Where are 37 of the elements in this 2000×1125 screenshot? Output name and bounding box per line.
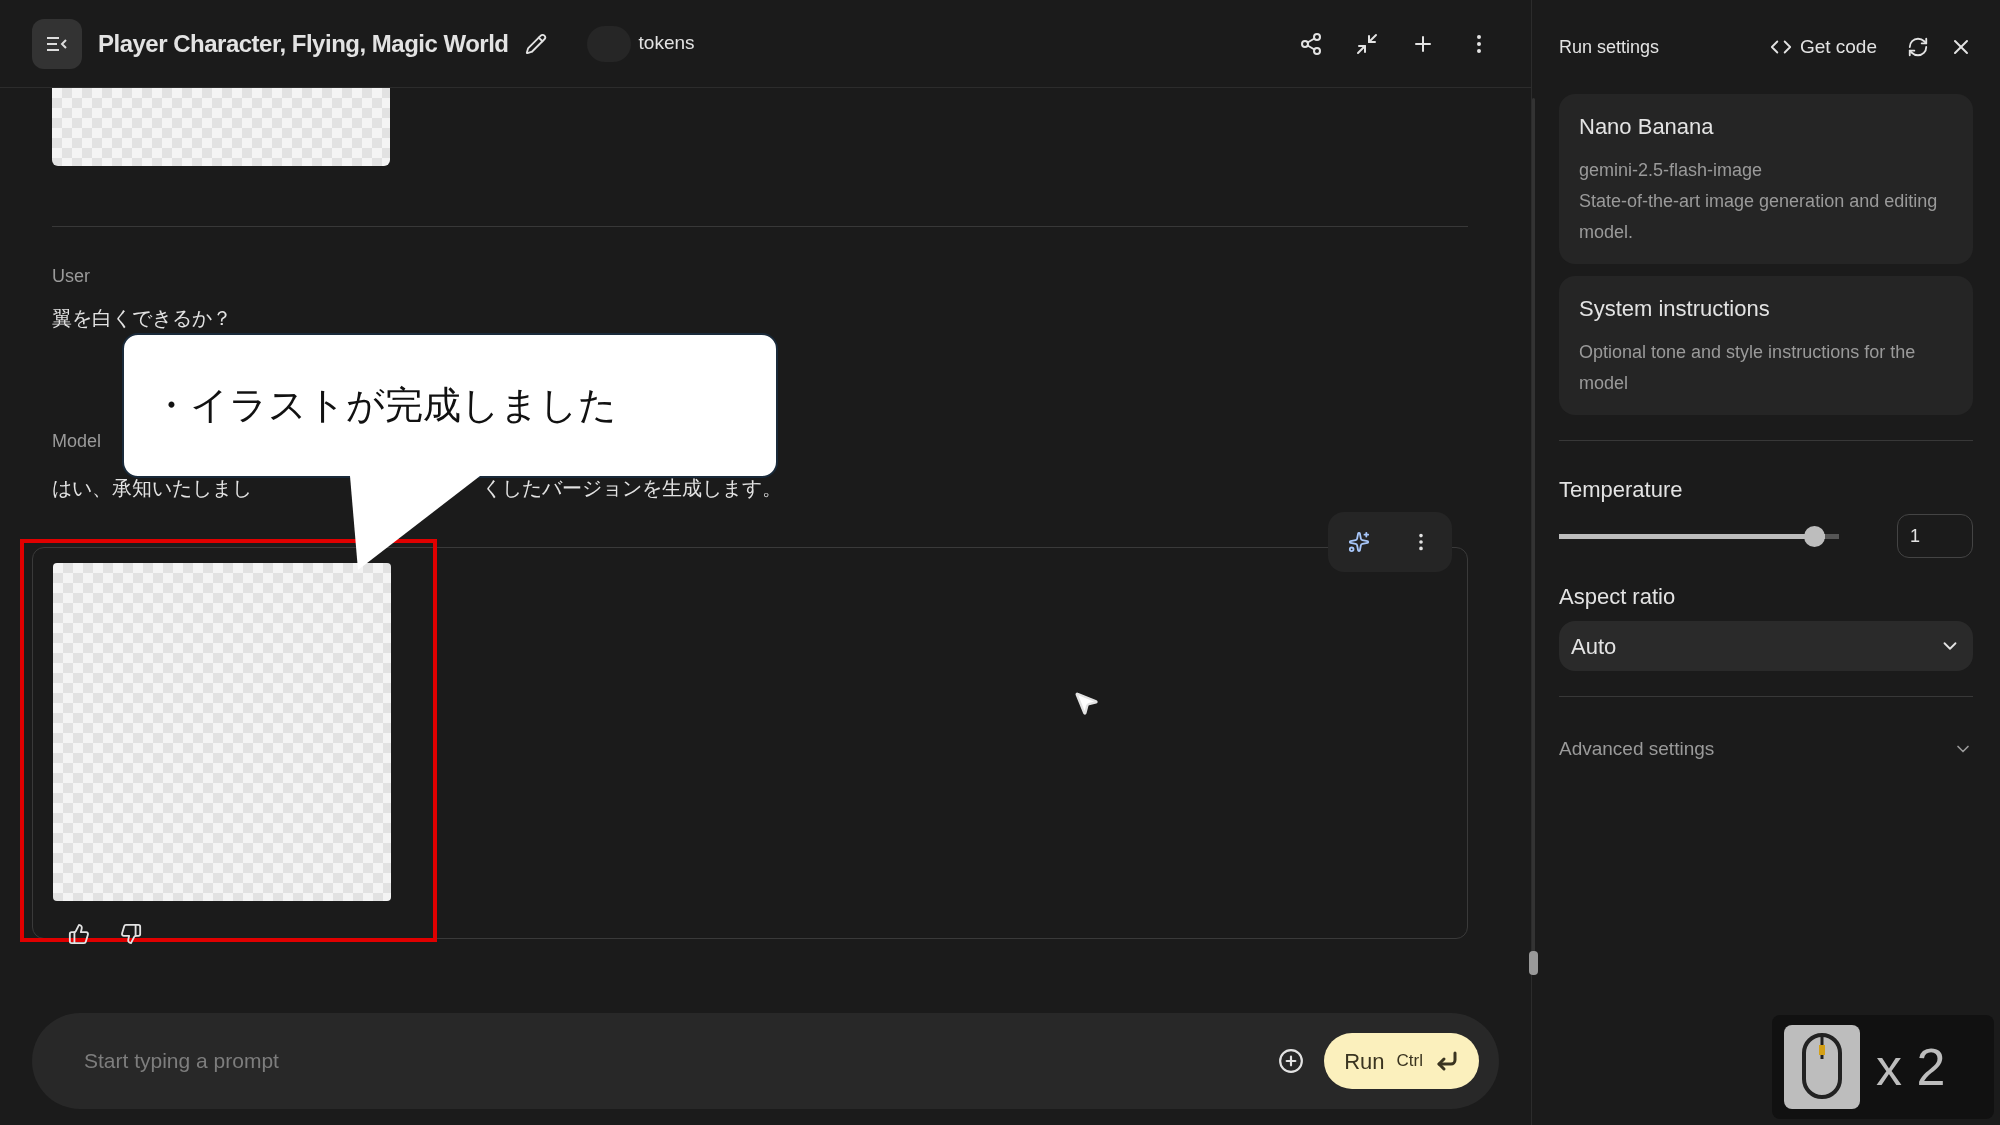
aspect-ratio-select[interactable]: Auto (1559, 621, 1973, 671)
add-icon[interactable] (1278, 1048, 1305, 1074)
click-count: x 2 (1876, 1037, 1946, 1098)
setting-label: Temperature (1559, 476, 1684, 504)
tokens-label: tokens (638, 31, 695, 56)
reset-icon[interactable] (1907, 36, 1929, 58)
compare-icon[interactable] (1355, 31, 1379, 56)
model-description: State-of-the-art image generation and editing model. (1579, 190, 1939, 244)
temperature-field[interactable]: 1 (1897, 514, 1973, 558)
model-message: はい、承知いたしまし (52, 476, 252, 501)
chat-title: Player Character, Flying, Magic World (98, 28, 509, 59)
share-icon[interactable] (1299, 31, 1323, 56)
sparkle-icon[interactable] (1348, 531, 1370, 553)
model-message: くしたバージョンを生成します。 (482, 476, 782, 501)
edit-icon[interactable] (524, 32, 547, 55)
thumbs-down-icon[interactable] (120, 923, 142, 945)
thumbs-up-icon[interactable] (68, 923, 90, 945)
message-role: Model (52, 430, 103, 453)
get-code-button[interactable]: Get code (1769, 32, 1877, 62)
setting-label: Aspect ratio (1559, 583, 1677, 611)
system-instructions-card[interactable]: System instructions Optional tone and style instructions for the model (1559, 276, 1973, 415)
message-role: User (52, 265, 91, 288)
enter-icon (1435, 1049, 1459, 1073)
run-button[interactable]: Run Ctrl (1324, 1033, 1479, 1089)
model-id: gemini-2.5-flash-image (1579, 159, 1764, 182)
card-placeholder: Optional tone and style instructions for the model (1579, 341, 1917, 395)
callout-text: ・イラストが完成しました (152, 383, 617, 428)
model-card[interactable]: Nano Banana gemini-2.5-flash-image State-of-the-art image generation and editing model. (1559, 94, 1973, 264)
advanced-settings-toggle[interactable]: Advanced settings (1559, 735, 1973, 764)
user-message: 翼を白くできるか？ (52, 306, 232, 331)
mouse-icon (1784, 1025, 1860, 1109)
menu-button[interactable] (32, 18, 82, 69)
card-title: System instructions (1579, 295, 1771, 323)
menu-icon (46, 35, 68, 52)
model-name: Nano Banana (1579, 113, 1715, 141)
panel-title: Run settings (1559, 35, 1660, 59)
prompt-input[interactable]: Start typing a prompt Run Ctrl (32, 1013, 1499, 1109)
